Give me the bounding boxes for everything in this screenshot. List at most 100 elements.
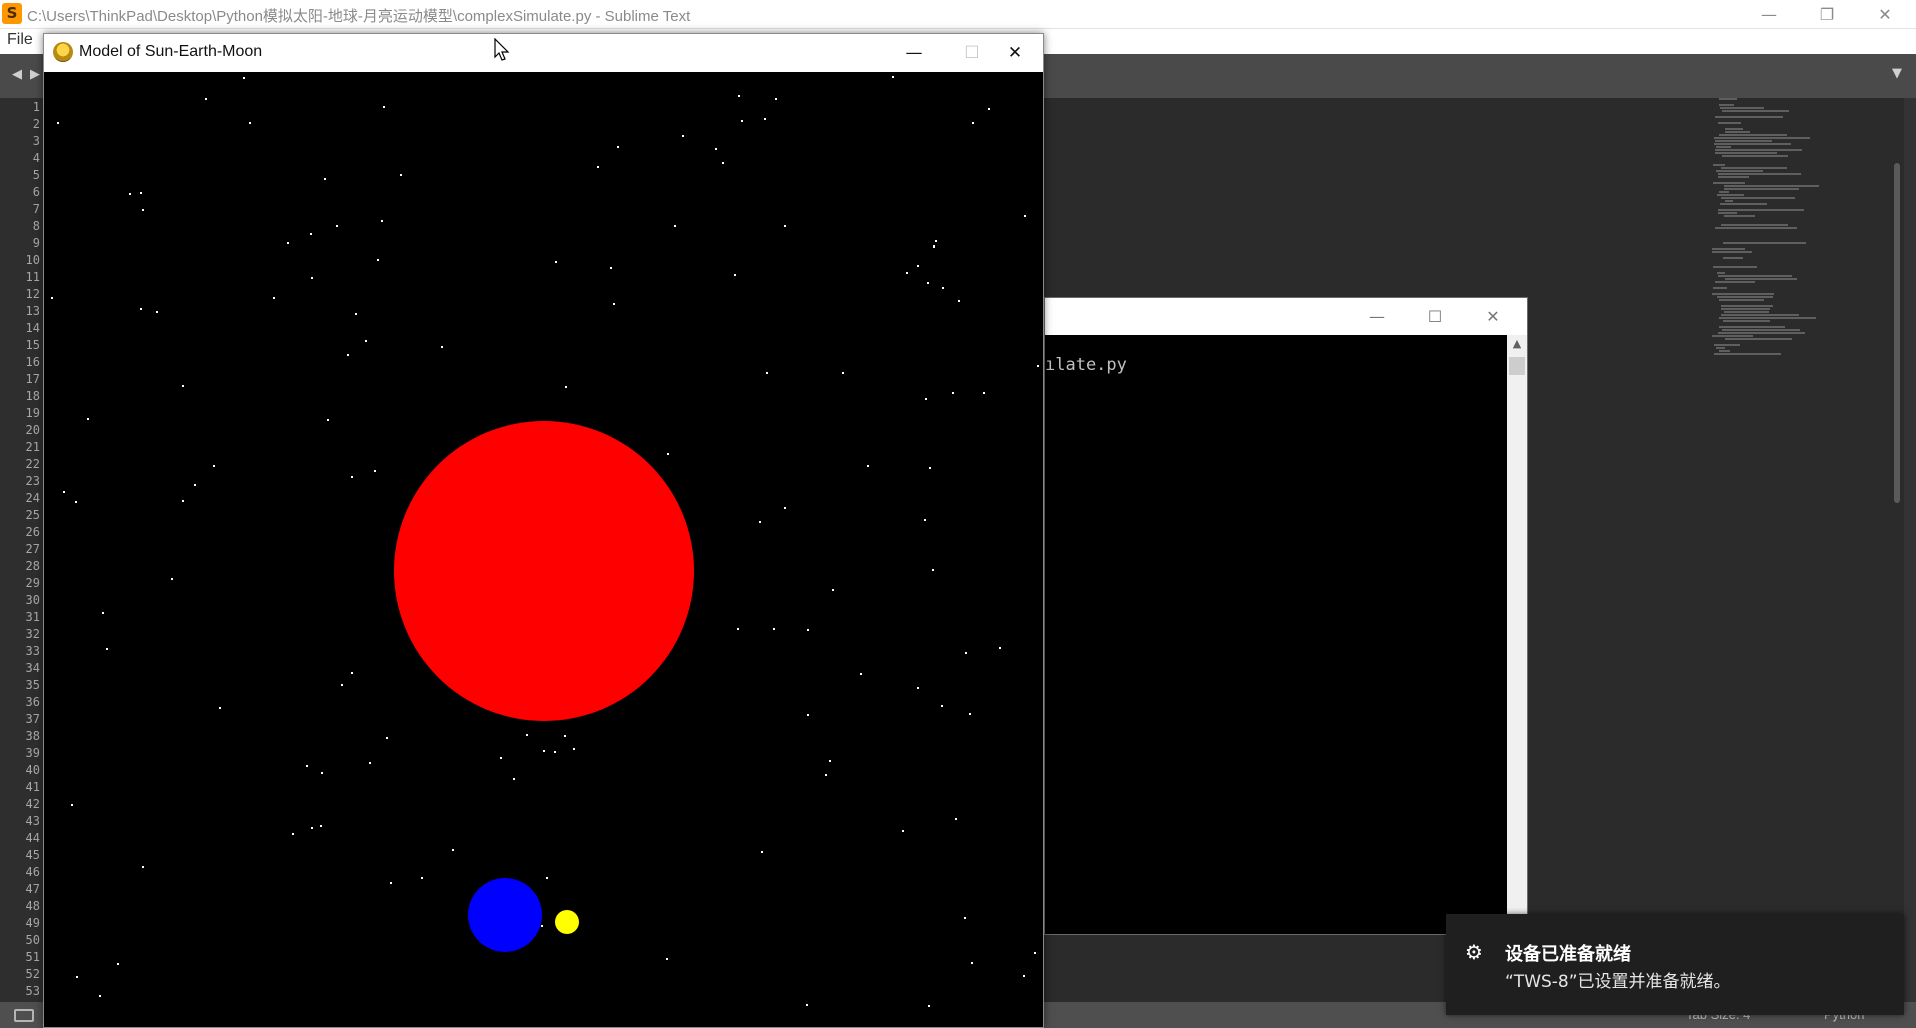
sublime-restore-button[interactable]: ❐ [1798, 0, 1856, 29]
sublime-minimize-button[interactable]: — [1740, 0, 1798, 29]
star [421, 877, 423, 879]
star [902, 830, 904, 832]
star [554, 751, 556, 753]
sublime-logo-icon: S [2, 3, 22, 24]
star [971, 962, 973, 964]
tab-list-dropdown-icon[interactable]: ▼ [1892, 66, 1902, 81]
line-number: 49 [25, 916, 40, 930]
minimap-line [1713, 164, 1725, 166]
star [829, 760, 831, 762]
star [925, 398, 927, 400]
console-scroll-up-icon[interactable]: ▲ [1507, 337, 1527, 355]
star [935, 240, 937, 242]
pygame-titlebar[interactable]: Model of Sun-Earth-Moon — ☐ ✕ [44, 34, 1043, 72]
console-close-button[interactable]: ✕ [1464, 298, 1522, 335]
minimap-line [1722, 110, 1789, 112]
simulation-canvas [44, 72, 1043, 1027]
console-titlebar: — ☐ ✕ [1045, 298, 1527, 335]
star [320, 825, 322, 827]
line-number: 39 [25, 746, 40, 760]
star [546, 877, 548, 879]
star [219, 707, 221, 709]
mouse-cursor-icon [494, 38, 510, 61]
star [106, 648, 108, 650]
star [400, 174, 402, 176]
line-number: 44 [25, 831, 40, 845]
star [759, 521, 761, 523]
console-maximize-button[interactable]: ☐ [1406, 298, 1464, 335]
editor-scrollbar[interactable] [1890, 163, 1904, 503]
toast-title: 设备已准备就绪 [1505, 944, 1631, 965]
star [1024, 215, 1026, 217]
star [738, 95, 740, 97]
star [273, 297, 275, 299]
star [806, 1004, 808, 1006]
panel-toggle-icon[interactable] [14, 1009, 34, 1022]
line-number: 37 [25, 712, 40, 726]
line-number: 12 [25, 287, 40, 301]
line-number: 14 [25, 321, 40, 335]
line-number: 29 [25, 576, 40, 590]
star [1037, 365, 1039, 367]
minimap-line [1717, 296, 1773, 298]
line-number: 7 [32, 202, 40, 216]
star [1023, 975, 1025, 977]
star [674, 225, 676, 227]
tab-scroll-right-icon[interactable]: ▶ [30, 67, 40, 82]
star [75, 501, 77, 503]
console-scrollbar[interactable]: ▲ [1507, 335, 1527, 935]
device-ready-toast[interactable]: ⚙ 设备已准备就绪 “TWS-8”已设置并准备就绪。 [1446, 914, 1904, 1015]
earth [468, 878, 542, 952]
minimap-line [1723, 242, 1806, 244]
gear-icon: ⚙ [1465, 940, 1483, 964]
star [213, 465, 215, 467]
line-number: 3 [32, 134, 40, 148]
star [667, 453, 669, 455]
star [374, 470, 376, 472]
line-number: 6 [32, 185, 40, 199]
minimap-line [1721, 305, 1773, 307]
line-number: 45 [25, 848, 40, 862]
minimap-line [1725, 278, 1797, 280]
menu-file[interactable]: File [7, 31, 33, 49]
star [958, 300, 960, 302]
star [988, 108, 990, 110]
star [722, 162, 724, 164]
minimap[interactable] [1712, 98, 1862, 368]
pygame-snake-icon [53, 42, 73, 62]
console-scroll-thumb[interactable] [1509, 357, 1525, 375]
star [807, 629, 809, 631]
star [929, 467, 931, 469]
console-minimize-button[interactable]: — [1348, 298, 1406, 335]
pygame-minimize-button[interactable]: — [885, 34, 943, 72]
star [381, 220, 383, 222]
minimap-line [1718, 212, 1737, 214]
minimap-line [1721, 224, 1788, 226]
line-number: 48 [25, 899, 40, 913]
pygame-close-button[interactable]: ✕ [986, 34, 1044, 72]
line-number: 22 [25, 457, 40, 471]
line-number: 33 [25, 644, 40, 658]
minimap-line [1719, 326, 1785, 328]
minimap-line [1717, 272, 1725, 274]
star [76, 976, 78, 978]
star [249, 122, 251, 124]
line-number: 25 [25, 508, 40, 522]
tab-scroll-left-icon[interactable]: ◀ [12, 67, 22, 82]
star [734, 274, 736, 276]
line-number: 1 [32, 100, 40, 114]
star [306, 765, 308, 767]
star [807, 714, 809, 716]
star [129, 193, 131, 195]
editor-scroll-thumb[interactable] [1894, 163, 1900, 503]
line-number: 30 [25, 593, 40, 607]
minimap-line [1719, 191, 1729, 193]
star [555, 261, 557, 263]
minimap-line [1718, 332, 1805, 334]
minimap-line [1721, 197, 1795, 199]
minimap-line [1720, 107, 1764, 109]
minimap-line [1718, 176, 1749, 178]
minimap-line [1723, 320, 1770, 322]
star [386, 737, 388, 739]
sublime-close-button[interactable]: ✕ [1856, 0, 1914, 29]
